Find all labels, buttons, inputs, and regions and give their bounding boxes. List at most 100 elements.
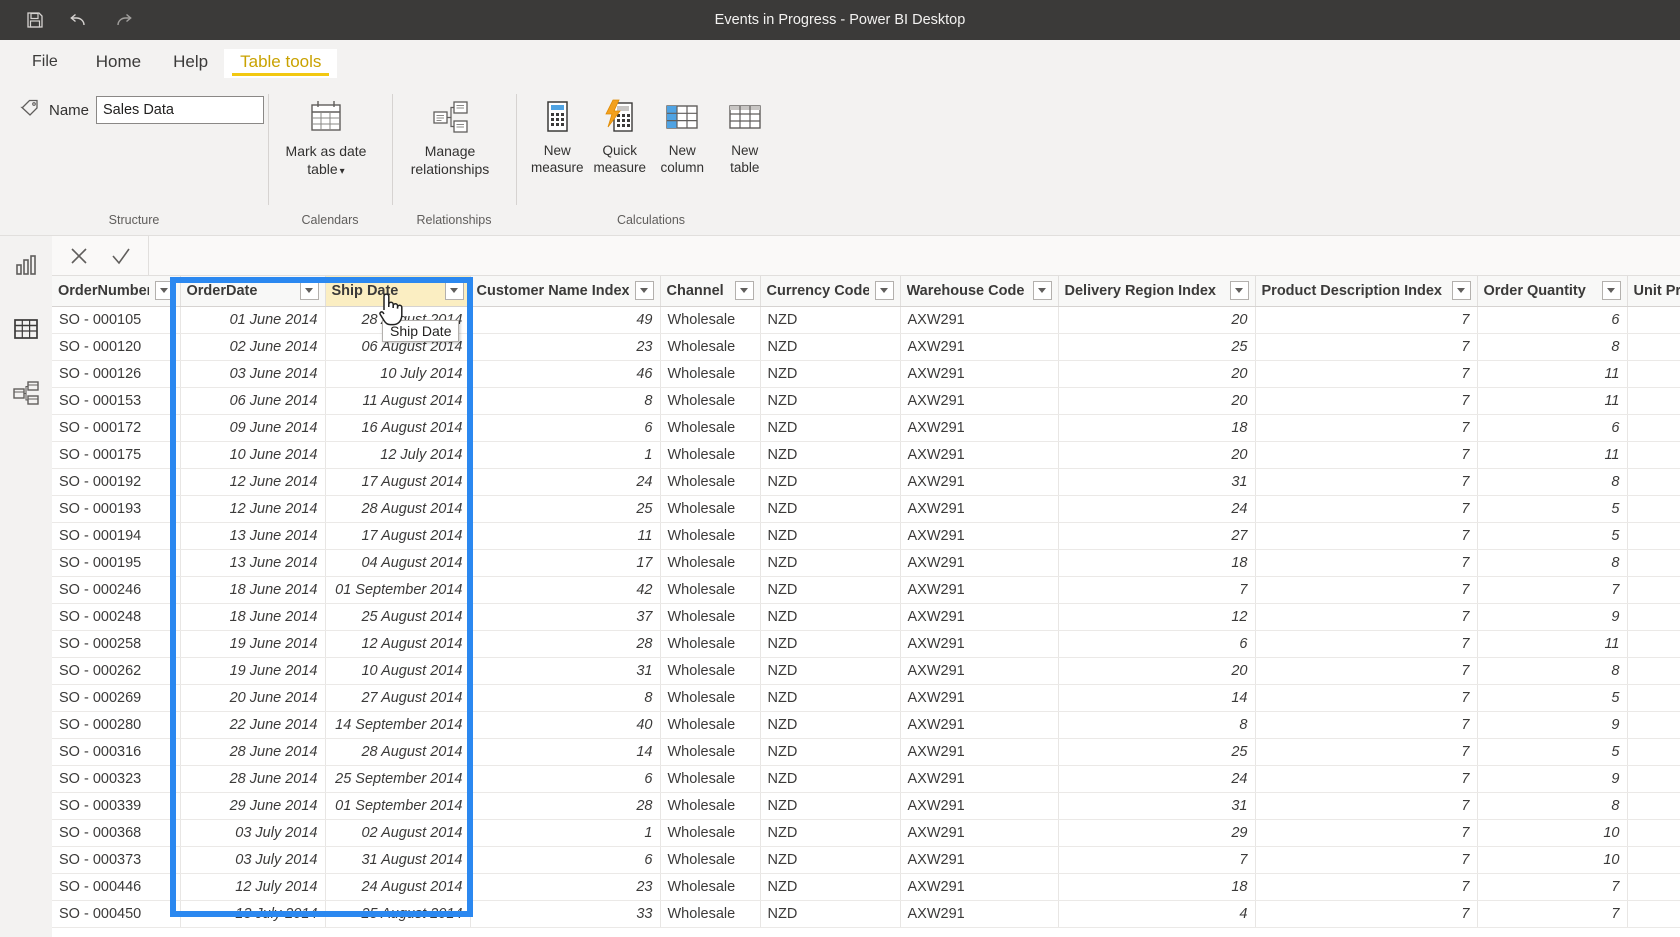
table-cell[interactable]: 49	[470, 306, 661, 334]
table-row[interactable]: SO - 000192 12 June 2014 17 August 2014 24 W…	[52, 468, 1680, 496]
table-cell[interactable]: AXW291	[900, 522, 1059, 550]
table-cell[interactable]: 7	[1255, 414, 1478, 442]
table-cell[interactable]	[1627, 792, 1680, 820]
table-cell[interactable]: Wholesale	[660, 657, 761, 685]
table-cell[interactable]: 28 June 2014	[180, 765, 326, 793]
table-cell[interactable]: AXW291	[900, 468, 1059, 496]
table-cell[interactable]: Wholesale	[660, 360, 761, 388]
table-row[interactable]: SO - 000248 18 June 2014 25 August 2014 37 W…	[52, 603, 1680, 631]
table-cell[interactable]: NZD	[760, 360, 901, 388]
new-table-button[interactable]: New table	[714, 92, 777, 179]
table-cell[interactable]: 31	[1058, 792, 1256, 820]
table-cell[interactable]	[1627, 603, 1680, 631]
table-cell[interactable]: 20	[1058, 360, 1256, 388]
tab-table-tools[interactable]: Table tools	[224, 49, 338, 78]
table-cell[interactable]: 9	[1477, 765, 1628, 793]
table-cell[interactable]: NZD	[760, 684, 901, 712]
table-cell[interactable]: 10 July 2014	[325, 360, 471, 388]
table-row[interactable]: SO - 000120 02 June 2014 06 August 2014 23 W…	[52, 333, 1680, 361]
table-cell[interactable]: 13 June 2014	[180, 522, 326, 550]
chevron-down-icon[interactable]	[1601, 281, 1621, 301]
table-cell[interactable]	[1627, 333, 1680, 361]
table-cell[interactable]: 20 June 2014	[180, 684, 326, 712]
table-cell[interactable]: 29	[1058, 819, 1256, 847]
table-cell[interactable]: 20	[1058, 441, 1256, 469]
table-cell[interactable]: AXW291	[900, 873, 1059, 901]
table-cell[interactable]: 18	[1058, 873, 1256, 901]
table-cell[interactable]: 24	[1058, 495, 1256, 523]
table-cell[interactable]: AXW291	[900, 495, 1059, 523]
table-cell[interactable]: NZD	[760, 306, 901, 334]
column-header-customer-name-index[interactable]: Customer Name Index	[470, 276, 661, 307]
table-cell[interactable]: 17 August 2014	[325, 522, 471, 550]
table-cell[interactable]: 1	[470, 819, 661, 847]
table-cell[interactable]: 1	[470, 441, 661, 469]
table-cell[interactable]: AXW291	[900, 792, 1059, 820]
table-cell[interactable]	[1627, 738, 1680, 766]
table-cell[interactable]	[1627, 306, 1680, 334]
table-cell[interactable]: 01 June 2014	[180, 306, 326, 334]
table-cell[interactable]: Wholesale	[660, 630, 761, 658]
sidebar-item-report-view[interactable]	[5, 246, 47, 288]
table-cell[interactable]: 4	[1058, 900, 1256, 928]
table-cell[interactable]: AXW291	[900, 333, 1059, 361]
table-cell[interactable]: SO - 000258	[52, 630, 181, 658]
table-cell[interactable]: 25	[1058, 333, 1256, 361]
table-cell[interactable]: 27 August 2014	[325, 684, 471, 712]
table-cell[interactable]: 18	[1058, 414, 1256, 442]
table-cell[interactable]	[1627, 765, 1680, 793]
table-cell[interactable]: 7	[1255, 603, 1478, 631]
table-cell[interactable]: 6	[470, 765, 661, 793]
table-cell[interactable]: 5	[1477, 522, 1628, 550]
table-cell[interactable]: NZD	[760, 765, 901, 793]
table-cell[interactable]: Wholesale	[660, 549, 761, 577]
table-cell[interactable]: SO - 000105	[52, 306, 181, 334]
table-cell[interactable]: 7	[1477, 873, 1628, 901]
table-cell[interactable]: 10 June 2014	[180, 441, 326, 469]
table-cell[interactable]	[1627, 549, 1680, 577]
table-cell[interactable]: 24	[1058, 765, 1256, 793]
table-cell[interactable]: 13 June 2014	[180, 549, 326, 577]
table-cell[interactable]: AXW291	[900, 576, 1059, 604]
table-cell[interactable]: AXW291	[900, 738, 1059, 766]
table-cell[interactable]: Wholesale	[660, 333, 761, 361]
table-cell[interactable]: SO - 000262	[52, 657, 181, 685]
table-cell[interactable]: 8	[1477, 333, 1628, 361]
table-cell[interactable]: SO - 000373	[52, 846, 181, 874]
table-cell[interactable]: Wholesale	[660, 576, 761, 604]
table-cell[interactable]: 5	[1477, 495, 1628, 523]
table-cell[interactable]: AXW291	[900, 387, 1059, 415]
table-cell[interactable]: 7	[1255, 549, 1478, 577]
table-cell[interactable]: 03 July 2014	[180, 819, 326, 847]
table-cell[interactable]: 6	[1058, 630, 1256, 658]
table-cell[interactable]: SO - 000192	[52, 468, 181, 496]
table-cell[interactable]: Wholesale	[660, 711, 761, 739]
table-cell[interactable]: NZD	[760, 387, 901, 415]
table-cell[interactable]: 7	[1255, 522, 1478, 550]
table-cell[interactable]: 13 July 2014	[180, 900, 326, 928]
table-cell[interactable]: NZD	[760, 333, 901, 361]
table-cell[interactable]: NZD	[760, 414, 901, 442]
table-cell[interactable]: 20	[1058, 306, 1256, 334]
table-cell[interactable]: AXW291	[900, 306, 1059, 334]
table-cell[interactable]: NZD	[760, 738, 901, 766]
table-cell[interactable]: AXW291	[900, 441, 1059, 469]
table-cell[interactable]: 11	[1477, 441, 1628, 469]
table-row[interactable]: SO - 000175 10 June 2014 12 July 2014 1 Whol…	[52, 441, 1680, 469]
table-row[interactable]: SO - 000269 20 June 2014 27 August 2014 8 Wh…	[52, 684, 1680, 712]
formula-input[interactable]	[149, 236, 1680, 275]
table-cell[interactable]: SO - 000153	[52, 387, 181, 415]
column-header-channel[interactable]: Channel	[660, 276, 761, 307]
table-cell[interactable]: 22 June 2014	[180, 711, 326, 739]
table-cell[interactable]: 19 June 2014	[180, 657, 326, 685]
table-cell[interactable]: 28 August 2014	[325, 738, 471, 766]
table-cell[interactable]: 18 June 2014	[180, 576, 326, 604]
table-cell[interactable]	[1627, 630, 1680, 658]
table-row[interactable]: SO - 000373 03 July 2014 31 August 2014 6 Wh…	[52, 846, 1680, 874]
table-cell[interactable]: 14	[1058, 684, 1256, 712]
table-cell[interactable]: 7	[1255, 657, 1478, 685]
table-cell[interactable]	[1627, 387, 1680, 415]
table-cell[interactable]: SO - 000248	[52, 603, 181, 631]
table-row[interactable]: SO - 000195 13 June 2014 04 August 2014 17 W…	[52, 549, 1680, 577]
table-cell[interactable]: 28 August 2014	[325, 495, 471, 523]
